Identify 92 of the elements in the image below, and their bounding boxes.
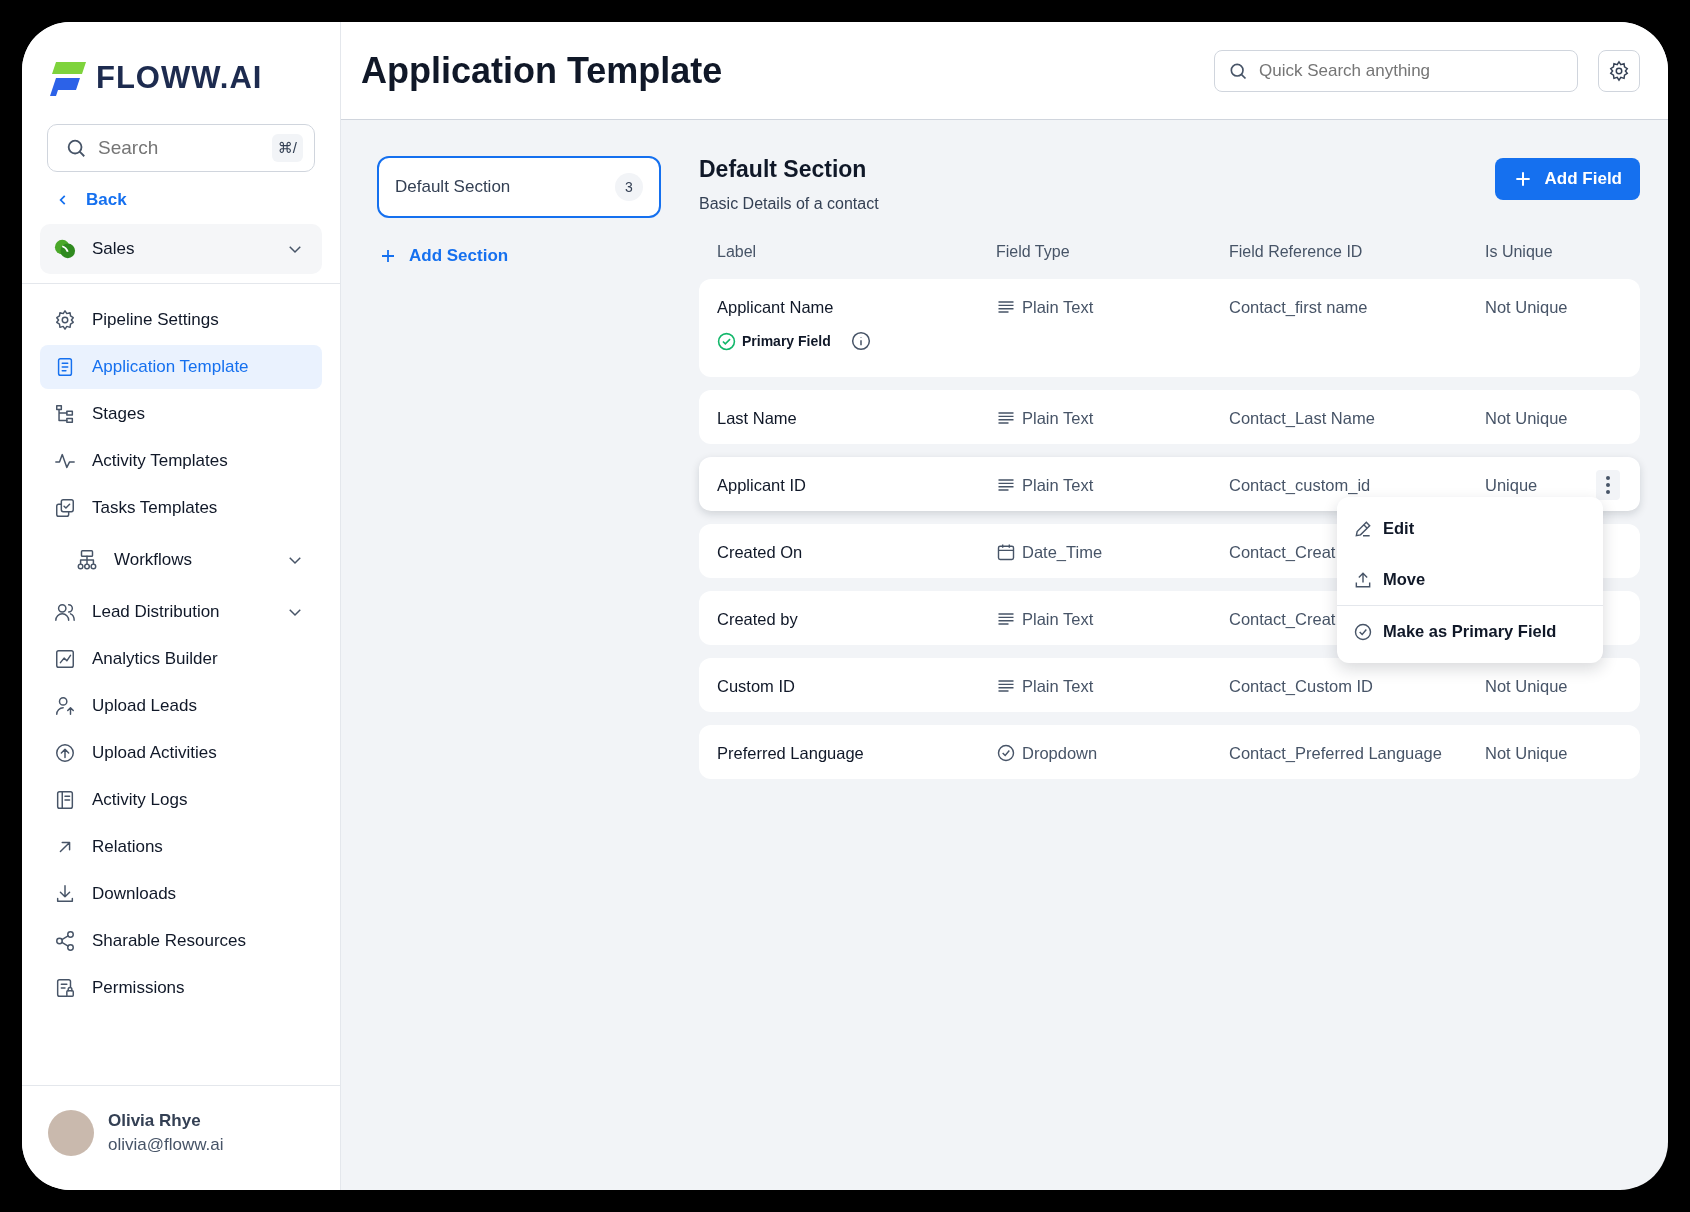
field-type: Plain Text (1022, 297, 1094, 317)
nav-item[interactable]: Downloads (40, 872, 322, 916)
unique-status: Unique (1485, 475, 1538, 494)
nav-item[interactable]: Lead Distribution (40, 590, 322, 634)
add-section-link[interactable]: Add Section (377, 246, 661, 266)
workspace-icon (54, 238, 76, 260)
user-upload-icon (54, 695, 76, 717)
document-lock-icon (54, 977, 76, 999)
nav-item[interactable]: Stages (40, 392, 322, 436)
settings-button[interactable] (1598, 49, 1640, 92)
nav-item[interactable]: Permissions (40, 966, 322, 1010)
page-title: Application Template (361, 49, 724, 92)
section-title: Default Section (699, 156, 868, 183)
download-icon (54, 883, 76, 905)
field-reference-id: Contact_Preferred Language (1229, 743, 1443, 763)
check-circle-icon (1353, 621, 1373, 642)
more-button[interactable] (1596, 470, 1620, 500)
section-tab[interactable]: Default Section 3 (377, 156, 661, 218)
table-row[interactable]: Preferred Language Dropdown Contact_Preferred Language Not Unique (699, 725, 1640, 779)
column-header: Is Unique (1485, 243, 1553, 261)
table-row[interactable]: Applicant Name Plain Text Contact_first name Not Unique Primary Field (699, 279, 1640, 377)
nav-item[interactable]: Application Template (40, 345, 322, 389)
nav-item[interactable]: Pipeline Settings (40, 298, 322, 342)
search-field[interactable]: Quick Search anything (1214, 49, 1578, 92)
check-circle-icon (996, 743, 1016, 763)
field-reference-id: Contact_Creat (1229, 609, 1337, 629)
field-type: Plain Text (1022, 475, 1094, 495)
field-label: Applicant Name (717, 297, 835, 317)
nav-item[interactable]: Analytics Builder (40, 637, 322, 681)
gear-icon (54, 309, 76, 331)
unique-status: Not Unique (1485, 297, 1568, 316)
field-label: Preferred Language (717, 743, 865, 763)
field-label: Last Name (717, 408, 798, 428)
nav-item[interactable]: Activity Templates (40, 439, 322, 483)
unique-status: Not Unique (1485, 676, 1568, 695)
column-header: Field Type (996, 243, 1071, 261)
field-label: Created On (717, 542, 804, 562)
check-circle-icon (717, 331, 736, 351)
avatar (48, 1110, 94, 1156)
field-label: Custom ID (717, 676, 796, 696)
user-name: Olivia Rhye (108, 1111, 202, 1131)
calendar-icon (996, 542, 1016, 562)
field-reference-id: Contact_custom_id (1229, 475, 1372, 495)
nav-item[interactable]: Workflows (40, 533, 322, 587)
plus-icon (379, 247, 397, 265)
nav-item[interactable]: Upload Leads (40, 684, 322, 728)
nav-item[interactable]: Tasks Templates (40, 486, 322, 530)
pencil-icon (1353, 518, 1373, 539)
unique-status: Not Unique (1485, 743, 1568, 762)
add-field-button[interactable]: Add Field (1494, 158, 1640, 200)
upload-circle-icon (54, 742, 76, 764)
field-reference-id: Contact_Last Name (1229, 408, 1376, 428)
user-email: olivia@floww.ai (108, 1135, 224, 1155)
field-type: Dropdown (1022, 743, 1098, 763)
field-label: Created by (717, 609, 799, 629)
menu-item[interactable]: Make as Primary Field (1337, 605, 1603, 657)
table-row[interactable]: Applicant ID Plain Text Contact_custom_id Unique (699, 457, 1640, 511)
column-header: Field Reference ID (1229, 243, 1364, 261)
field-type: Plain Text (1022, 609, 1094, 629)
field-type: Plain Text (1022, 676, 1094, 696)
field-type: Plain Text (1022, 408, 1094, 428)
logo-text: FLOWW.AI (96, 60, 263, 96)
field-reference-id: Contact_Creat (1229, 542, 1337, 562)
users-icon (54, 601, 76, 623)
book-icon (54, 789, 76, 811)
field-label: Applicant ID (717, 475, 807, 495)
unique-status: Not Unique (1485, 408, 1568, 427)
nav-item[interactable]: Sharable Resources (40, 919, 322, 963)
chart-icon (54, 648, 76, 670)
back-link[interactable]: Back (40, 172, 322, 220)
count-badge: 3 (615, 173, 643, 201)
field-reference-id: Contact_first name (1229, 297, 1369, 317)
logo-icon (50, 60, 88, 96)
tree-icon (54, 403, 76, 425)
table-row[interactable]: Last Name Plain Text Contact_Last Name Not Unique (699, 390, 1640, 444)
field-reference-id: Contact_Custom ID (1229, 676, 1374, 696)
hierarchy-icon (76, 549, 98, 571)
nav-item[interactable]: Relations (40, 825, 322, 869)
table-row[interactable]: Custom ID Plain Text Contact_Custom ID Not Unique (699, 658, 1640, 712)
settings-icon (1608, 59, 1630, 82)
section-subtitle: Basic Details of a contact (699, 195, 879, 213)
primary-field-tag: Primary Field (742, 333, 831, 349)
shortcut-hint: ⌘/ (271, 134, 303, 162)
column-header: Label (717, 243, 758, 261)
nav-item[interactable]: Activity Logs (40, 778, 322, 822)
workspace-selector[interactable]: Sales (40, 224, 322, 274)
info-icon (850, 331, 871, 351)
more-vertical-icon (1605, 475, 1611, 495)
nav-item[interactable]: Upload Activities (40, 731, 322, 775)
share-icon (54, 930, 76, 952)
tasks-icon (54, 497, 76, 519)
field-type: Date_Time (1022, 542, 1103, 562)
